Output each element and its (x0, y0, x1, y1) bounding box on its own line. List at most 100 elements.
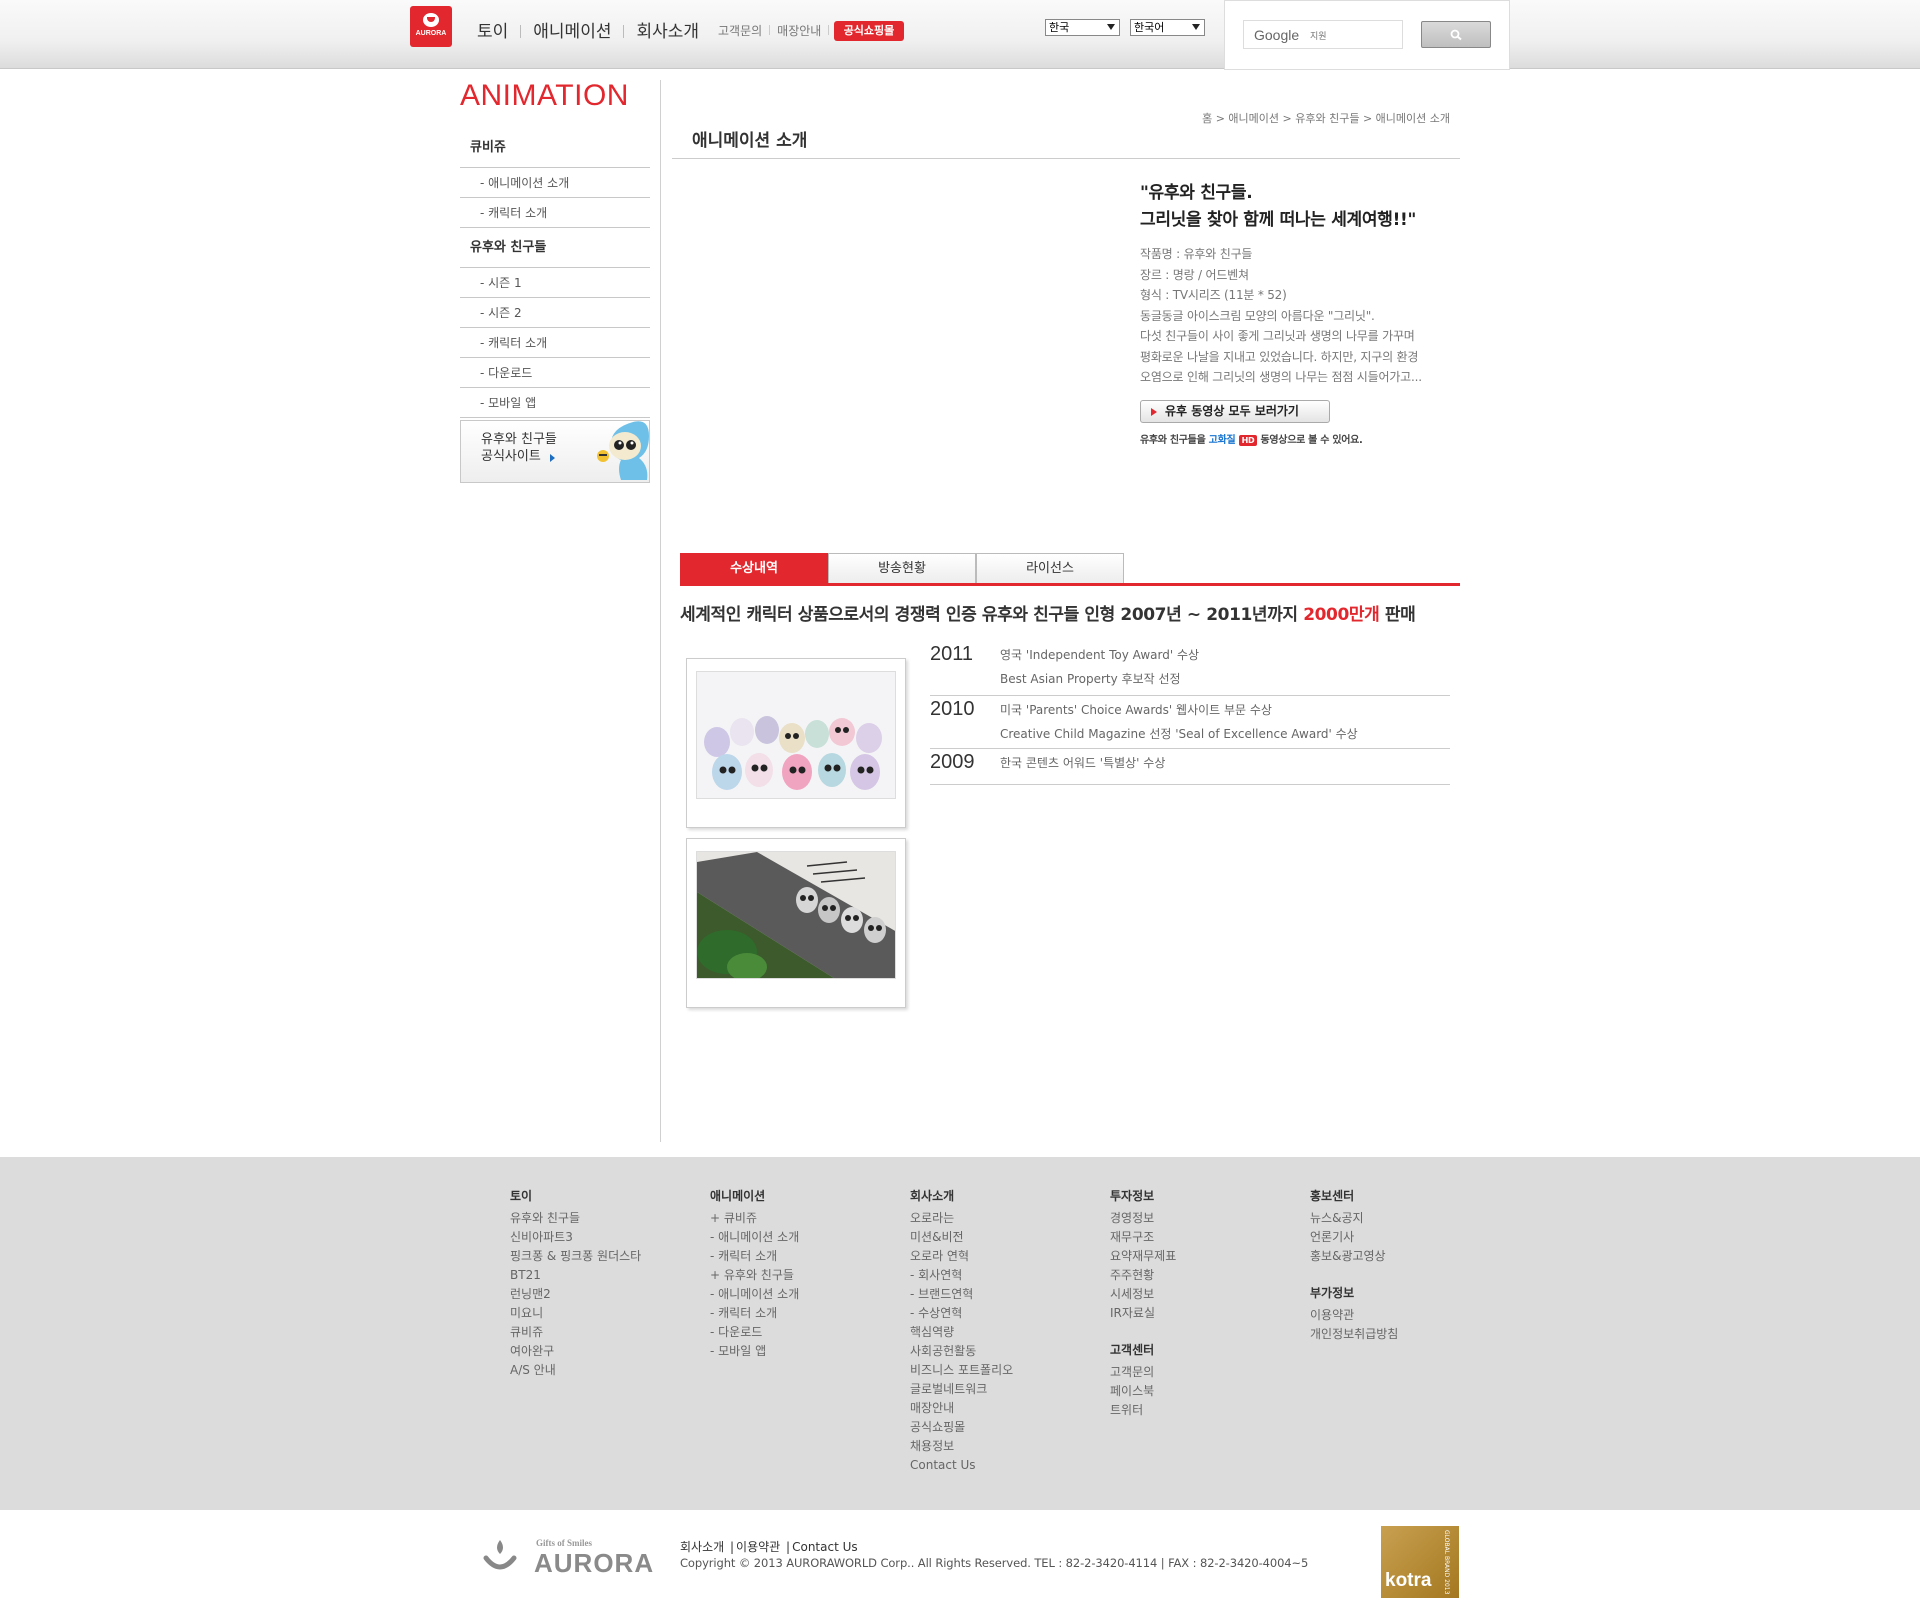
footer-link[interactable]: 언론기사 (1310, 1228, 1398, 1247)
footer-col-title[interactable]: 부가정보 (1310, 1284, 1398, 1303)
footer-link[interactable]: BT21 (510, 1266, 641, 1285)
footer-link[interactable]: 오로라 연혁 (910, 1247, 1013, 1266)
award-year: 2010 (930, 698, 975, 720)
nav-company[interactable]: 회사소개 (636, 17, 699, 42)
footer-col-title[interactable]: 홍보센터 (1310, 1187, 1398, 1206)
footer-link[interactable]: - 캐릭터 소개 (710, 1247, 799, 1266)
side-nav-yoohoo[interactable]: 유후와 친구들 (460, 228, 650, 268)
footer-link[interactable]: 홍보&광고영상 (1310, 1247, 1398, 1266)
awards-headline: 세계적인 캐릭터 상품으로서의 경쟁력 인증 유후와 친구들 인형 2007년 … (680, 600, 1416, 625)
side-nav-item[interactable]: - 시즌 1 (460, 268, 650, 298)
banner-line-2: 공식사이트 (481, 449, 541, 464)
footer-link[interactable]: - 수상연혁 (910, 1304, 1013, 1323)
footer-col-title[interactable]: 애니메이션 (710, 1187, 799, 1206)
side-nav-item[interactable]: - 다운로드 (460, 358, 650, 388)
footer-aurora-logo[interactable]: Gifts of Smiles AURORA (478, 1536, 653, 1578)
side-nav-cubiju[interactable]: 큐비쥬 (460, 128, 650, 168)
footer-link[interactable]: - 캐릭터 소개 (710, 1304, 799, 1323)
award-row: 2009 한국 콘텐츠 어워드 '특별상' 수상 (930, 749, 1450, 785)
country-select[interactable]: 한국 (1045, 19, 1120, 36)
plush-toys-stairs-photo (686, 838, 906, 1008)
footer-link[interactable]: 미션&비전 (910, 1228, 1013, 1247)
side-nav-item[interactable]: - 시즌 2 (460, 298, 650, 328)
search-button[interactable] (1421, 21, 1491, 48)
store-info-link[interactable]: 매장안내 (777, 24, 821, 38)
intro-quote-line-1: "유후와 친구들. (1140, 183, 1253, 203)
footer-logo-tagline: Gifts of Smiles (536, 1538, 592, 1548)
google-brand-label: Google (1254, 27, 1300, 43)
footer-link[interactable]: 요약재무제표 (1110, 1247, 1176, 1266)
footer-link[interactable]: 사회공헌활동 (910, 1342, 1013, 1361)
footer-link[interactable]: 핑크퐁 & 핑크퐁 원더스타 (510, 1247, 641, 1266)
award-row: 2010 미국 'Parents' Choice Awards' 웹사이트 부문… (930, 696, 1450, 749)
footer-link[interactable]: 경영정보 (1110, 1209, 1176, 1228)
footer-link[interactable]: - 다운로드 (710, 1323, 799, 1342)
footer-link[interactable]: A/S 안내 (510, 1361, 641, 1380)
aurora-logo[interactable]: AURORA (410, 6, 452, 47)
side-nav-item[interactable]: - 애니메이션 소개 (460, 168, 650, 198)
footer-col-title[interactable]: 토이 (510, 1187, 641, 1206)
footer-link-company[interactable]: 회사소개 (680, 1540, 724, 1554)
tab-awards[interactable]: 수상내역 (680, 553, 828, 584)
side-nav-item[interactable]: - 캐릭터 소개 (460, 328, 650, 358)
award-item: 한국 콘텐츠 어워드 '특별상' 수상 (1000, 756, 1166, 770)
yoohoo-official-site-banner[interactable]: 유후와 친구들 공식사이트 (460, 420, 650, 483)
footer-link[interactable]: 고객문의 (1110, 1363, 1176, 1382)
footer-link[interactable]: - 브랜드연혁 (910, 1285, 1013, 1304)
video-player-area[interactable] (672, 170, 1112, 450)
footer-link[interactable]: - 애니메이션 소개 (710, 1285, 799, 1304)
footer-link[interactable]: 글로벌네트워크 (910, 1380, 1013, 1399)
footer-link[interactable]: 이용약관 (1310, 1306, 1398, 1325)
footer-link-contact[interactable]: Contact Us (792, 1540, 858, 1554)
footer-link[interactable]: 유후와 친구들 (510, 1209, 641, 1228)
nav-animation[interactable]: 애니메이션 (533, 17, 611, 42)
footer-link[interactable]: - 회사연혁 (910, 1266, 1013, 1285)
footer-link[interactable]: 트위터 (1110, 1401, 1176, 1420)
footer-link[interactable]: 매장안내 (910, 1399, 1013, 1418)
search-input[interactable]: Google 지원 (1243, 20, 1403, 49)
footer-link[interactable]: 여아완구 (510, 1342, 641, 1361)
footer-link[interactable]: 뉴스&공지 (1310, 1209, 1398, 1228)
footer-link[interactable]: - 모바일 앱 (710, 1342, 799, 1361)
watch-all-videos-button[interactable]: 유후 동영상 모두 보러가기 (1140, 400, 1330, 423)
footer-link[interactable]: Contact Us (910, 1456, 1013, 1475)
footer-bottom: Gifts of Smiles AURORA 회사소개 | 이용약관 | Conta… (0, 1510, 1920, 1604)
footer-link[interactable]: 주주현황 (1110, 1266, 1176, 1285)
footer-link-terms[interactable]: 이용약관 (736, 1540, 780, 1554)
footer-link[interactable]: 미요니 (510, 1304, 641, 1323)
intro-quote: "유후와 친구들. 그리닛을 찾아 함께 떠나는 세계여행!!" (1140, 180, 1460, 234)
intro-detail-line: 다섯 친구들이 사이 좋게 그리닛과 생명의 나무를 가꾸며 (1140, 329, 1415, 343)
footer-link[interactable]: 재무구조 (1110, 1228, 1176, 1247)
footer-link[interactable]: 페이스북 (1110, 1382, 1176, 1401)
footer-link[interactable]: 큐비쥬 (510, 1323, 641, 1342)
site-header: AURORA 토이 애니메이션 회사소개 고객문의 매장안내 공식쇼핑몰 한국 한국어… (0, 0, 1920, 70)
footer-link[interactable]: 신비아파트3 (510, 1228, 641, 1247)
footer-link[interactable]: IR자료실 (1110, 1304, 1176, 1323)
tab-broadcast[interactable]: 방송현황 (828, 553, 976, 584)
footer-link[interactable]: 핵심역량 (910, 1323, 1013, 1342)
footer-link[interactable]: 시세정보 (1110, 1285, 1176, 1304)
footer-col-title[interactable]: 회사소개 (910, 1187, 1013, 1206)
footer-col-title[interactable]: 고객센터 (1110, 1341, 1176, 1360)
footer-link[interactable]: 공식쇼핑몰 (910, 1418, 1013, 1437)
footer-link[interactable]: - 애니메이션 소개 (710, 1228, 799, 1247)
award-row: 2011 영국 'Independent Toy Award' 수상 Best … (930, 643, 1450, 696)
customer-inquiry-link[interactable]: 고객문의 (718, 24, 762, 38)
footer-link[interactable]: 비즈니스 포트폴리오 (910, 1361, 1013, 1380)
footer-link[interactable]: 런닝맨2 (510, 1285, 641, 1304)
divider: | (786, 1540, 791, 1554)
side-nav-item[interactable]: - 캐릭터 소개 (460, 198, 650, 228)
footer-link[interactable]: 채용정보 (910, 1437, 1013, 1456)
nav-toy[interactable]: 토이 (477, 17, 508, 42)
footer-link[interactable]: 개인정보취급방침 (1310, 1325, 1398, 1344)
tab-license[interactable]: 라이선스 (976, 553, 1124, 584)
language-select[interactable]: 한국어 (1130, 19, 1205, 36)
footer-link[interactable]: 오로라는 (910, 1209, 1013, 1228)
footer-col-title[interactable]: 투자정보 (1110, 1187, 1176, 1206)
footer-link[interactable]: + 유후와 친구들 (710, 1266, 799, 1285)
side-nav-item[interactable]: - 모바일 앱 (460, 388, 650, 418)
footer-link[interactable]: + 큐비쥬 (710, 1209, 799, 1228)
award-items: 영국 'Independent Toy Award' 수상 Best Asian… (930, 643, 1450, 691)
official-shop-button[interactable]: 공식쇼핑몰 (834, 21, 904, 41)
